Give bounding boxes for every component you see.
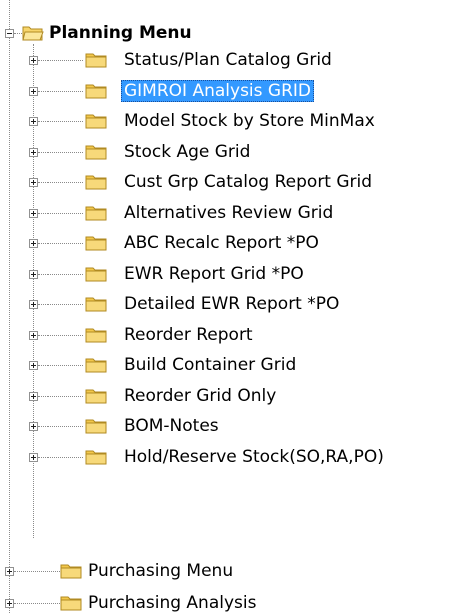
folder-icon: [85, 84, 107, 98]
folder-icon: [85, 389, 107, 403]
folder-icon: [85, 358, 107, 373]
tree-line: [47, 243, 83, 244]
folder-icon: [85, 267, 107, 281]
tree-line: [38, 334, 46, 336]
tree-line: [38, 395, 46, 397]
tree-line: [47, 90, 83, 92]
expand-toggle[interactable]: [29, 422, 38, 431]
tree-line: [14, 33, 22, 34]
tree-node-ewr-report-grid-po[interactable]: EWR Report Grid *PO: [121, 263, 307, 285]
tree-line: [47, 456, 83, 458]
tree-node-hold-reserve-stock-so-ra-po[interactable]: Hold/Reserve Stock(SO,RA,PO): [121, 446, 387, 468]
folder-icon: [85, 206, 107, 220]
tree-line: [14, 603, 60, 604]
tree-line: [38, 273, 46, 275]
tree-line: [38, 212, 46, 214]
tree-node-purchasing-menu[interactable]: Purchasing Menu: [85, 560, 236, 582]
tree-line: [14, 571, 60, 572]
tree-line: [47, 395, 83, 397]
expand-toggle[interactable]: [5, 567, 14, 576]
tree-line: [38, 304, 46, 305]
expand-toggle[interactable]: [5, 599, 14, 608]
tree-line: [47, 365, 83, 366]
expand-toggle[interactable]: [29, 452, 38, 462]
tree-line: [38, 426, 46, 427]
tree-line: [38, 365, 46, 366]
folder-icon: [85, 114, 107, 129]
expand-toggle[interactable]: [29, 117, 38, 126]
tree-node-stock-age-grid[interactable]: Stock Age Grid: [121, 141, 253, 163]
expand-toggle[interactable]: [29, 178, 38, 187]
tree-node-model-stock-by-store-minmax[interactable]: Model Stock by Store MinMax: [121, 110, 378, 132]
folder-icon: [85, 297, 107, 312]
tree-line: [38, 90, 46, 92]
expand-toggle[interactable]: [29, 391, 38, 401]
tree-node-detailed-ewr-report-po[interactable]: Detailed EWR Report *PO: [121, 293, 342, 315]
tree-line: [47, 121, 83, 122]
folder-icon: [60, 596, 82, 611]
tree-node-gimroi-analysis-grid[interactable]: GIMROI Analysis GRID: [121, 79, 314, 102]
tree-line: [38, 243, 46, 244]
folder-icon: [85, 175, 107, 190]
tree-node-reorder-grid-only[interactable]: Reorder Grid Only: [121, 385, 279, 407]
expand-toggle[interactable]: [29, 147, 38, 157]
tree-line: [38, 182, 46, 183]
folder-icon: [85, 236, 107, 251]
folder-icon: [85, 53, 107, 68]
tree-node-alternatives-review-grid[interactable]: Alternatives Review Grid: [121, 202, 336, 224]
tree-line: [47, 273, 83, 275]
folder-icon: [60, 564, 82, 579]
folder-icon: [85, 328, 107, 342]
tree-line: [38, 60, 46, 61]
folder-icon: [85, 450, 107, 464]
expand-toggle[interactable]: [29, 361, 38, 370]
tree-line: [47, 212, 83, 214]
tree-line: [47, 60, 83, 61]
tree-line: [47, 304, 83, 305]
folder-icon: [85, 145, 107, 159]
tree-node-build-container-grid[interactable]: Build Container Grid: [121, 354, 299, 376]
folder-icon: [85, 419, 107, 434]
tree-node-status-plan-catalog-grid[interactable]: Status/Plan Catalog Grid: [121, 49, 335, 71]
expand-toggle[interactable]: [29, 269, 38, 279]
tree-node-bom-notes[interactable]: BOM-Notes: [121, 415, 222, 437]
tree-line: [38, 456, 46, 458]
tree-node-purchasing-analysis[interactable]: Purchasing Analysis: [85, 592, 259, 614]
expand-toggle[interactable]: [29, 208, 38, 218]
tree-line: [47, 334, 83, 336]
tree-line: [47, 182, 83, 183]
open-folder-icon: [22, 26, 44, 41]
tree-line: [38, 151, 46, 153]
expand-toggle[interactable]: [29, 300, 38, 309]
tree-line: [38, 121, 46, 122]
tree-node-abc-recalc-report-po[interactable]: ABC Recalc Report *PO: [121, 232, 322, 254]
tree-node-cust-grp-catalog-report-grid[interactable]: Cust Grp Catalog Report Grid: [121, 171, 375, 193]
tree-node-reorder-report[interactable]: Reorder Report: [121, 324, 256, 346]
tree-line: [47, 151, 83, 153]
expand-toggle[interactable]: [29, 330, 38, 340]
expand-toggle[interactable]: [29, 56, 38, 65]
expand-toggle[interactable]: [29, 86, 38, 96]
expand-toggle[interactable]: [29, 239, 38, 248]
tree-line: [47, 426, 83, 427]
menu-tree: Planning Menu Status/Plan Catalog Grid GI…: [0, 0, 455, 613]
tree-line: [9, 0, 10, 613]
collapse-toggle[interactable]: [5, 29, 14, 38]
tree-node-planning-menu[interactable]: Planning Menu: [46, 22, 195, 44]
